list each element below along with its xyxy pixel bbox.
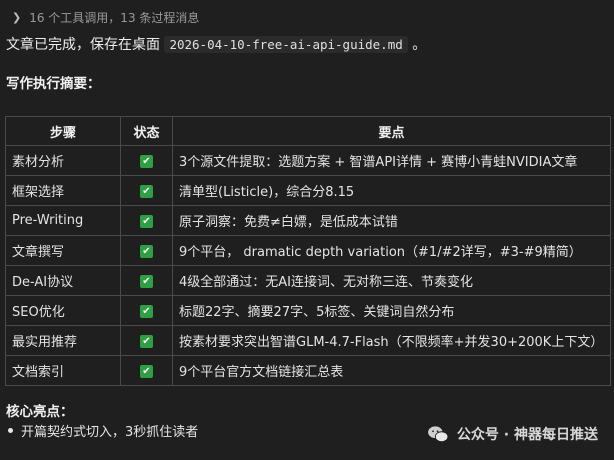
watermark: 公众号 · 神器每日推送 [427, 424, 598, 444]
check-icon: ✔ [140, 245, 153, 258]
table-row: 文档索引 ✔ 9个平台官方文档链接汇总表 [5, 355, 611, 386]
cell-point: 3个源文件提取：选题方案 + 智谱API详情 + 赛博小青蛙NVIDIA文章 [172, 145, 611, 176]
bullet-text: 开篇契约式切入，3秒抓住读者 [21, 425, 199, 440]
completion-message: 文章已完成，保存在桌面 2026-04-10-free-ai-api-guide… [6, 34, 426, 54]
cell-status: ✔ [120, 325, 173, 356]
table-header-row: 步骤 状态 要点 [5, 116, 611, 146]
completion-prefix: 文章已完成，保存在桌面 [6, 37, 160, 53]
completion-suffix: 。 [412, 37, 427, 53]
summary-table: 步骤 状态 要点 素材分析 ✔ 3个源文件提取：选题方案 + 智谱API详情 +… [5, 116, 611, 386]
filename-code: 2026-04-10-free-ai-api-guide.md [164, 36, 408, 53]
check-icon: ✔ [140, 155, 153, 168]
check-icon: ✔ [140, 215, 153, 228]
wechat-logo-icon [428, 426, 449, 443]
check-icon: ✔ [140, 305, 153, 318]
table-row: 框架选择 ✔ 清单型(Listicle)，综合分8.15 [5, 175, 611, 206]
cell-step: 文章撰写 [5, 235, 121, 266]
list-item: 开篇契约式切入，3秒抓住读者 [8, 421, 198, 440]
cell-point: 原子洞察：免费≠白嫖，是低成本试错 [172, 205, 611, 236]
chevron-right-icon[interactable]: ❯ [12, 11, 21, 24]
header-status: 状态 [120, 116, 173, 146]
header-point: 要点 [172, 116, 611, 146]
table-row: SEO优化 ✔ 标题22字、摘要27字、5标签、关键词自然分布 [5, 295, 611, 326]
cell-step: 文档索引 [5, 355, 121, 386]
table-row: 最实用推荐 ✔ 按素材要求突出智谱GLM-4.7-Flash（不限频率+并发30… [5, 325, 611, 356]
cell-step: De-AI协议 [5, 265, 121, 296]
cell-step: 最实用推荐 [5, 325, 121, 356]
cell-step: SEO优化 [5, 295, 121, 326]
watermark-text: 公众号 · 神器每日推送 [456, 427, 598, 443]
cell-status: ✔ [120, 145, 173, 176]
table-row: Pre-Writing ✔ 原子洞察：免费≠白嫖，是低成本试错 [5, 205, 611, 236]
check-icon: ✔ [140, 335, 153, 348]
summary-text: 16 个工具调用，13 条过程消息 [29, 10, 200, 25]
section-highlights-title: 核心亮点： [6, 404, 74, 420]
cell-point: 4级全部通过：无AI连接词、无对称三连、节奏变化 [172, 265, 611, 296]
check-icon: ✔ [140, 365, 153, 378]
cell-point: 按素材要求突出智谱GLM-4.7-Flash（不限频率+并发30+200K上下文… [172, 325, 611, 356]
bullet-dot-icon [8, 428, 13, 433]
cell-status: ✔ [120, 355, 173, 386]
section-exec-title: 写作执行摘要： [6, 76, 101, 92]
cell-status: ✔ [120, 295, 173, 326]
cell-point: 9个平台官方文档链接汇总表 [172, 355, 611, 386]
cell-step: 框架选择 [5, 175, 121, 206]
cell-point: 9个平台， dramatic depth variation（#1/#2详写，#… [172, 235, 611, 266]
cell-point: 清单型(Listicle)，综合分8.15 [172, 175, 611, 206]
cell-step: 素材分析 [5, 145, 121, 176]
cell-step: Pre-Writing [5, 205, 121, 236]
check-icon: ✔ [140, 185, 153, 198]
tool-calls-summary[interactable]: ❯ 16 个工具调用，13 条过程消息 [12, 6, 199, 28]
check-icon: ✔ [140, 275, 153, 288]
cell-status: ✔ [120, 265, 173, 296]
table-row: 素材分析 ✔ 3个源文件提取：选题方案 + 智谱API详情 + 赛博小青蛙NVI… [5, 145, 611, 176]
table-row: De-AI协议 ✔ 4级全部通过：无AI连接词、无对称三连、节奏变化 [5, 265, 611, 296]
cell-status: ✔ [120, 175, 173, 206]
cell-status: ✔ [120, 235, 173, 266]
header-step: 步骤 [5, 116, 121, 146]
table-row: 文章撰写 ✔ 9个平台， dramatic depth variation（#1… [5, 235, 611, 266]
cell-status: ✔ [120, 205, 173, 236]
cell-point: 标题22字、摘要27字、5标签、关键词自然分布 [172, 295, 611, 326]
